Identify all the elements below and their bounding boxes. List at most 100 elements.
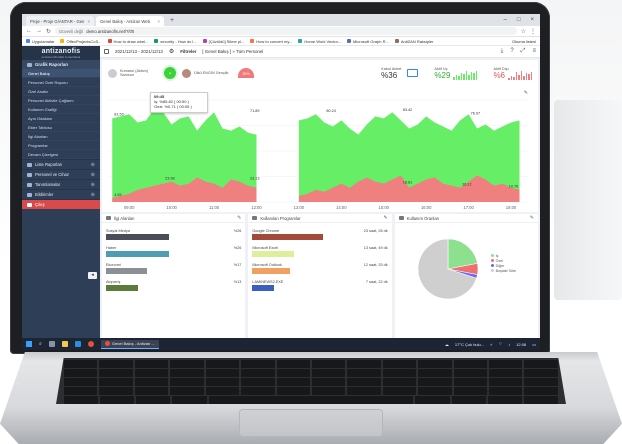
expand-icon: ⊕	[90, 191, 95, 198]
browser-tab-1[interactable]: Proje - Proje G/ANTAR - Gen ×	[26, 16, 94, 26]
sidebar-section-header[interactable]: Grafik Raporları	[22, 60, 100, 69]
sidebar-item[interactable]: Ekler Tablosu	[22, 123, 100, 132]
list-item[interactable]: Google Chrome 23 saat, 26 dk	[248, 229, 391, 240]
bookmark-icon	[26, 39, 30, 43]
network-icon[interactable]: ⌔	[498, 341, 502, 347]
keyboard-key	[134, 369, 169, 377]
list-item[interactable]: Alışveriş %13	[102, 280, 245, 291]
edit-icon[interactable]: ✎	[530, 215, 534, 221]
chrome-icon[interactable]	[87, 341, 94, 347]
usage-pie-chart[interactable]	[415, 236, 481, 302]
item-value: %13	[233, 280, 242, 284]
list-item[interactable]: Ekonomi %17	[102, 263, 245, 274]
taskbar-app-button[interactable]: Genel Bakış - Antizan ...	[100, 339, 159, 349]
sidebar-group[interactable]: Bildirimler ⊕	[22, 189, 100, 199]
reload-icon[interactable]: ↻	[46, 28, 51, 35]
sidebar-item[interactable]: Genel Bakış	[22, 69, 100, 78]
sidebar-item[interactable]: Özel Analiz	[22, 87, 100, 96]
clock[interactable]: 12:08	[516, 342, 526, 347]
tab-label: Genel Bakış - Antizan Web	[100, 18, 150, 24]
sidebar-group[interactable]: Tanımlamalar ⊕	[22, 179, 100, 189]
edit-icon[interactable]: ✎	[524, 90, 528, 96]
sidebar-group[interactable]: Liste Raporları ⊕	[22, 159, 100, 169]
task-view-icon[interactable]	[48, 341, 55, 347]
bookmark-item[interactable]: [Çözüldü] Silme pl...	[202, 39, 244, 44]
filters-button[interactable]: Filtreler	[180, 49, 196, 54]
bookmark-item[interactable]: security - How do l...	[154, 39, 197, 44]
sparkline-bar	[455, 74, 458, 80]
close-icon[interactable]: ×	[158, 19, 160, 24]
interests-list: Sosyal Medya %26 Haber %26 Ekonomi %17 Alışver…	[102, 229, 245, 291]
url-field[interactable]: Güvenli değil demo.antizanofis.net/?/t/0	[55, 27, 517, 35]
bookmark-item[interactable]: Uygulamalar	[26, 39, 54, 44]
item-value: 23 saat, 26 dk	[363, 229, 388, 233]
menu-icon[interactable]: ⋮	[530, 28, 536, 35]
list-item[interactable]: Sosyal Medya %26	[102, 229, 245, 240]
taskbar-app-label: Genel Bakış - Antizan ...	[111, 341, 155, 346]
sidebar-toggle-button[interactable]: ◂	[88, 272, 97, 279]
reading-list-link[interactable]: Okuma listesi	[512, 39, 536, 44]
file-explorer-icon[interactable]	[61, 341, 68, 347]
legend-label: Özel	[495, 259, 504, 263]
back-icon[interactable]: ←	[26, 28, 32, 34]
sidebar-item[interactable]: Personel Özet Raporu	[22, 78, 100, 87]
edit-icon[interactable]: ✎	[383, 215, 387, 221]
url-text: demo.antizanofis.net/?/t/0	[86, 28, 135, 34]
maximize-icon[interactable]: □	[517, 14, 521, 26]
kpi-3: Aktif Dışı %6	[493, 67, 532, 80]
chevron-up-icon[interactable]: ˄	[490, 342, 492, 347]
usage-legend: İş Özel Diğer Boştaki Süre	[490, 254, 516, 274]
person-card-1[interactable]: Kumarul (Aktivo) Samsun	[108, 68, 158, 78]
bookmark-item[interactable]: AntiZAN Raksipler	[394, 39, 434, 44]
list-item[interactable]: LAMINEWS2.EXE 7 saat, 22 dk	[248, 280, 391, 291]
list-item[interactable]: Microsoft Outlook 12 saat, 33 dk	[248, 263, 391, 274]
browser-tab-2[interactable]: Genel Bakış - Antizan Web ×	[96, 16, 164, 26]
data-label: 16.12	[462, 183, 472, 187]
store-icon[interactable]	[74, 341, 81, 347]
chart-tooltip: 09:45 Iş: %85.82 ( 00:50 ) Gezi: %0.71 (…	[150, 92, 208, 113]
volume-icon[interactable]: ♪	[508, 342, 510, 347]
panel-header: Kullanım Oranları ✎	[394, 214, 538, 223]
sidebar-item[interactable]: Personel Aktivite Çağlamı	[22, 96, 100, 105]
forward-icon[interactable]: →	[36, 28, 42, 34]
list-item-label-row: Google Chrome 23 saat, 26 dk	[252, 229, 387, 233]
help-icon[interactable]: ?	[510, 48, 513, 55]
close-window-icon[interactable]: ×	[530, 14, 534, 26]
bookmark-item[interactable]: How to convert my...	[250, 39, 292, 44]
edit-icon[interactable]: ✎	[237, 215, 241, 221]
list-item[interactable]: Haber %26	[102, 246, 245, 257]
windows-start-icon[interactable]	[26, 341, 32, 347]
bookmark-item[interactable]: Home Work Vector...	[298, 39, 341, 44]
logout-button[interactable]: Çıkış	[22, 199, 100, 209]
person-card-2[interactable]: Ülkü ENGIN Gençlik	[182, 68, 232, 78]
hamburger-icon[interactable]: ≡	[532, 48, 536, 55]
download-icon[interactable]: ⤓	[501, 48, 504, 55]
sidebar-item[interactable]: İlgi Alanları	[22, 132, 100, 141]
sidebar-item[interactable]: Devam Çizelgesi	[22, 150, 100, 159]
item-bar	[252, 285, 275, 291]
sidebar-section-label: Grafik Raporları	[35, 62, 69, 67]
bookmark-item[interactable]: Microsoft Graph R...	[347, 39, 389, 44]
weather-label[interactable]: 17°C Çok bulu...	[455, 342, 484, 347]
sidebar-item[interactable]: Kullanım Grafiği	[22, 105, 100, 114]
fullscreen-icon[interactable]: ⤢	[521, 48, 526, 55]
bookmark-item[interactable]: How to draw wirel...	[107, 39, 148, 44]
bookmark-item[interactable]: ÖffecProjectsCoS...	[60, 39, 102, 44]
date-range[interactable]: 2021/12/13 - 2021/12/13	[115, 49, 163, 54]
star-icon[interactable]: ☆	[521, 28, 526, 35]
notification-icon[interactable]: ▭	[532, 342, 536, 347]
close-icon[interactable]: ×	[88, 19, 90, 24]
kpi-value: %29	[434, 70, 451, 80]
sparkline-bar	[523, 75, 525, 80]
sidebar-group[interactable]: Personel ve Cihaz ⊕	[22, 169, 100, 179]
new-tab-icon[interactable]: +	[166, 16, 178, 26]
programs-panel: Kullanılan Programlar ✎ Google Chrome 23 …	[248, 214, 392, 338]
list-item[interactable]: Microsoft Excel 13 saat, 49 dk	[248, 246, 391, 257]
search-icon[interactable]: ⌕	[39, 341, 42, 347]
minimize-icon[interactable]: –	[504, 14, 507, 26]
sidebar-item[interactable]: Ayın Odakları	[22, 114, 100, 123]
calendar-icon[interactable]	[104, 49, 109, 54]
sidebar-item[interactable]: Programlar	[22, 141, 100, 150]
item-label: Microsoft Outlook	[252, 263, 282, 267]
breadcrumb: [ Genel Bakış ] » Tüm Personel	[202, 49, 264, 54]
